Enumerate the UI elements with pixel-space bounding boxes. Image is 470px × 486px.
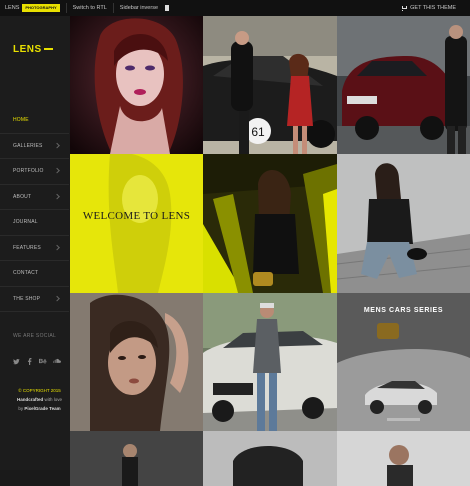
menu-item-label: FEATURES <box>13 244 41 251</box>
gallery-tile-man-bmw[interactable] <box>203 293 337 431</box>
gallery-tile-partial-1[interactable] <box>70 431 203 486</box>
gallery-tile-woman-closeup[interactable] <box>70 293 203 431</box>
menu-item-label: PORTFOLIO <box>13 168 44 175</box>
chevron-down-icon <box>54 168 60 174</box>
switch-rtl-label: Switch to RTL <box>72 5 107 11</box>
gallery-tile-couple-racecar[interactable]: 61 <box>203 16 337 154</box>
cart-icon <box>401 5 408 11</box>
photo-welcome-background <box>70 154 203 293</box>
handcrafted-rest: with love <box>43 397 63 402</box>
menu-item-label: GALLERIES <box>13 142 43 149</box>
race-number: 61 <box>251 125 265 139</box>
behance-icon[interactable] <box>39 358 47 365</box>
menu-item-contact[interactable]: CONTACT <box>0 261 69 287</box>
credit-team-link[interactable]: PixelGrade Team <box>24 406 60 411</box>
site-logo[interactable]: LENS <box>13 44 53 55</box>
chevron-down-icon <box>54 295 60 302</box>
gallery-tile-partial-2[interactable] <box>203 431 337 486</box>
menu-item-features[interactable]: FEATURES <box>0 236 69 261</box>
photo-partial-1 <box>70 431 203 486</box>
menu-item-label: ABOUT <box>13 193 32 200</box>
sidebar-inverse-label: Sidebar inverse <box>119 5 158 11</box>
photo-woman-yellow-tunnel <box>203 154 337 293</box>
gallery-tile-welcome[interactable]: WELCOME TO LENS <box>70 154 203 293</box>
menu-item-home[interactable]: HOME <box>0 108 69 134</box>
copyright-text: © COPYRIGHT 2015 <box>18 388 61 393</box>
document-icon <box>165 5 169 11</box>
demo-badge: PHOTOGRAPHY <box>22 4 60 12</box>
mens-cars-title: MENS CARS SERIES <box>363 307 444 314</box>
switch-rtl-link[interactable]: Switch to RTL <box>73 5 107 11</box>
chevron-down-icon <box>54 244 60 251</box>
social-heading: WE ARE SOCIAL <box>13 333 57 339</box>
sidebar-footer: © COPYRIGHT 2015 Handcrafted with love b… <box>12 386 67 413</box>
logo-text: LENS <box>13 44 42 55</box>
photo-man-white-bmw <box>203 293 337 431</box>
menu-item-label: THE SHOP <box>13 295 41 302</box>
menu-item-label: JOURNAL <box>13 219 38 226</box>
gallery-tile-mens-cars[interactable]: MENS CARS SERIES <box>337 293 470 431</box>
chevron-down-icon <box>54 193 60 200</box>
twitter-icon[interactable] <box>13 358 20 365</box>
photo-man-red-suv <box>337 16 470 154</box>
facebook-icon[interactable] <box>26 358 33 365</box>
menu-item-label: HOME <box>13 117 29 124</box>
soundcloud-icon[interactable] <box>53 358 61 365</box>
handcrafted-line: Handcrafted with love <box>12 395 67 404</box>
admin-topbar: LENS PHOTOGRAPHY Switch to RTL Sidebar i… <box>0 0 470 16</box>
logo-underscore <box>43 48 53 51</box>
menu-item-portfolio[interactable]: PORTFOLIO <box>0 159 69 185</box>
handcrafted-strong: Handcrafted <box>16 397 44 402</box>
portfolio-grid: 61 WELCOME TO LENS MENS CARS SERIES <box>70 16 470 486</box>
topbar-divider <box>112 3 114 13</box>
gallery-tile-woman-tunnel[interactable] <box>203 154 337 293</box>
demo-brand[interactable]: LENS PHOTOGRAPHY <box>5 4 60 12</box>
menu-item-journal[interactable]: JOURNAL <box>0 210 69 236</box>
menu-item-about[interactable]: ABOUT <box>0 185 69 210</box>
gallery-tile-partial-3[interactable] <box>337 431 470 486</box>
photo-couple-vintage-racecar: 61 <box>203 16 337 154</box>
menu-item-label: CONTACT <box>13 270 39 277</box>
welcome-heading: WELCOME TO LENS <box>82 210 191 222</box>
chevron-down-icon <box>54 142 60 149</box>
photo-red-hair-woman <box>70 16 203 154</box>
sidebar: LENS HOME GALLERIES PORTFOLIO ABOUT JOUR… <box>0 16 71 470</box>
topbar-divider <box>65 3 67 13</box>
gallery-tile-woman-leather[interactable] <box>337 154 470 293</box>
photo-woman-leather-jacket <box>337 154 470 293</box>
menu-item-the-shop[interactable]: THE SHOP <box>0 287 69 312</box>
menu-item-galleries[interactable]: GALLERIES <box>0 134 69 159</box>
sidebar-inverse-link[interactable]: Sidebar inverse <box>120 5 169 11</box>
gallery-tile-portrait-red-hair[interactable] <box>70 16 203 154</box>
credit-line: by PixelGrade Team <box>12 404 67 413</box>
photo-woman-closeup <box>70 293 203 431</box>
social-links <box>13 358 61 365</box>
photo-partial-3 <box>337 431 470 486</box>
photo-partial-2 <box>203 431 337 486</box>
get-theme-button[interactable]: GET THIS THEME <box>401 5 456 11</box>
gallery-tile-man-suv[interactable] <box>337 16 470 154</box>
demo-brand-name: LENS <box>5 5 20 11</box>
get-theme-label: GET THIS THEME <box>410 5 456 11</box>
main-menu: HOME GALLERIES PORTFOLIO ABOUT JOURNAL F… <box>0 108 69 312</box>
